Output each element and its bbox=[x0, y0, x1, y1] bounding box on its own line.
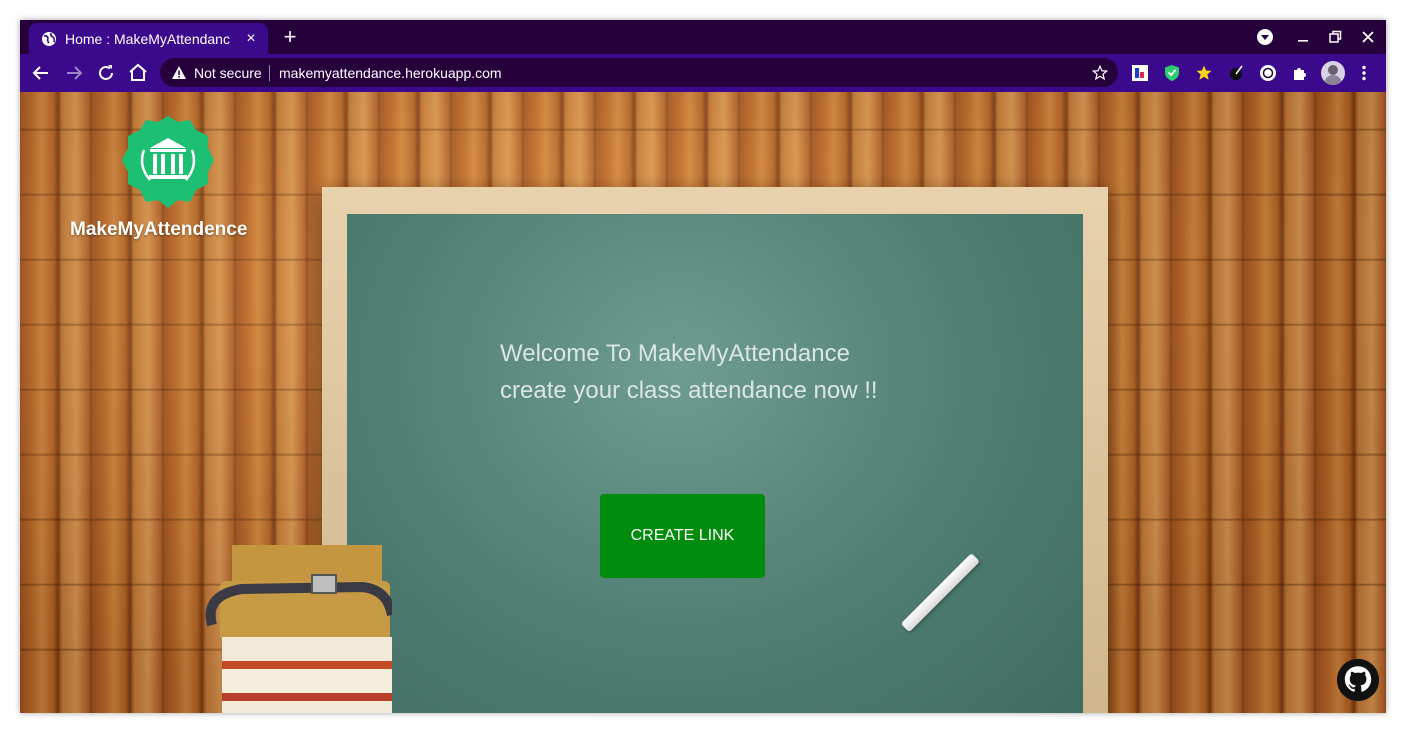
create-link-button[interactable]: CREATE LINK bbox=[600, 494, 765, 578]
github-icon[interactable] bbox=[1336, 658, 1380, 702]
shield-icon[interactable] bbox=[1163, 64, 1181, 82]
url-text[interactable]: makemyattendance.herokuapp.com bbox=[279, 65, 502, 81]
menu-icon[interactable] bbox=[1355, 64, 1373, 82]
pen-extension-icon[interactable] bbox=[1227, 64, 1245, 82]
minimize-icon[interactable] bbox=[1293, 27, 1313, 47]
books-illustration bbox=[205, 545, 392, 713]
chalkboard bbox=[347, 214, 1083, 713]
reload-icon[interactable] bbox=[94, 61, 118, 85]
tab-home[interactable]: Home : MakeMyAttendanc × bbox=[29, 23, 268, 54]
window-close-icon[interactable] bbox=[1358, 27, 1378, 47]
welcome-message: Welcome To MakeMyAttendance create your … bbox=[500, 335, 878, 409]
tab-strip: Home : MakeMyAttendanc × + bbox=[20, 20, 1386, 54]
omnibox-divider bbox=[269, 65, 270, 81]
logo-icon bbox=[122, 116, 214, 208]
extension-grid-icon[interactable] bbox=[1131, 64, 1149, 82]
browser-toolbar: Not secure makemyattendance.herokuapp.co… bbox=[20, 54, 1386, 92]
welcome-line-1: Welcome To MakeMyAttendance bbox=[500, 340, 850, 367]
forward-icon[interactable] bbox=[62, 61, 86, 85]
welcome-line-2: create your class attendance now !! bbox=[500, 377, 878, 404]
brand-name: MakeMyAttendence bbox=[70, 219, 248, 240]
tab-title: Home : MakeMyAttendanc bbox=[65, 30, 230, 47]
close-icon[interactable]: × bbox=[244, 30, 258, 46]
page-content: MakeMyAttendence Welcome To MakeMyAttend… bbox=[20, 92, 1386, 713]
profile-avatar[interactable] bbox=[1321, 61, 1345, 85]
warning-icon[interactable] bbox=[171, 65, 187, 81]
globe-icon bbox=[42, 31, 56, 46]
browser-window: Home : MakeMyAttendanc × + Not secure ma… bbox=[20, 20, 1386, 713]
address-bar[interactable]: Not secure makemyattendance.herokuapp.co… bbox=[160, 58, 1118, 87]
home-icon[interactable] bbox=[126, 61, 150, 85]
star-icon[interactable] bbox=[1091, 64, 1109, 82]
back-icon[interactable] bbox=[29, 61, 53, 85]
restore-icon[interactable] bbox=[1325, 27, 1345, 47]
chrome-dropdown-icon[interactable] bbox=[1255, 27, 1275, 47]
security-label[interactable]: Not secure bbox=[194, 65, 262, 81]
new-tab-icon[interactable]: + bbox=[278, 25, 302, 49]
extensions-icon[interactable] bbox=[1291, 64, 1309, 82]
circle-extension-icon[interactable] bbox=[1259, 64, 1277, 82]
star-extension-icon[interactable] bbox=[1195, 64, 1213, 82]
